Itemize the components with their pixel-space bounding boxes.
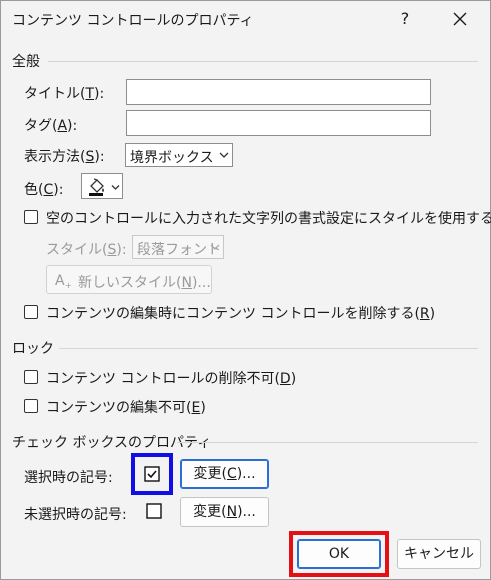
checkbox-props-separator: [177, 442, 478, 443]
unchecked-symbol-preview: [144, 501, 164, 521]
display-method-select[interactable]: 境界ボックス: [125, 143, 233, 167]
new-style-icon: A +: [55, 273, 71, 289]
cancel-button-label: キャンセル: [404, 546, 474, 562]
help-button[interactable]: ?: [393, 6, 417, 32]
style-value: 段落フォント: [137, 242, 221, 258]
new-style-button-label: 新しいスタイル(N)...: [78, 275, 211, 291]
tag-field-label: タグ(A):: [24, 118, 78, 134]
section-lock-heading: ロック: [12, 341, 54, 357]
title-field-label: タイトル(T):: [24, 86, 105, 102]
ok-button[interactable]: OK: [297, 539, 381, 569]
use-style-checkbox[interactable]: [24, 210, 38, 224]
title-input[interactable]: [126, 79, 431, 105]
paint-bucket-icon: [89, 178, 104, 196]
unchecked-change-label: 変更(N)...: [193, 504, 256, 520]
cannot-edit-label: コンテンツの編集不可(E): [46, 400, 206, 416]
help-label: ?: [400, 9, 410, 28]
remove-on-edit-checkbox[interactable]: [24, 305, 38, 319]
checked-symbol-label: 選択時の記号:: [24, 470, 113, 486]
checkbox-icon: [146, 503, 162, 519]
chevron-down-icon: [111, 185, 120, 190]
unchecked-symbol-change-button[interactable]: 変更(N)...: [180, 497, 269, 527]
checkbox-icon: [144, 466, 160, 482]
svg-text:+: +: [65, 281, 71, 289]
cancel-button[interactable]: キャンセル: [397, 539, 481, 569]
lock-separator: [59, 348, 478, 349]
content-control-properties-dialog: コンテンツ コントロールのプロパティ ? 全般 タイトル(T): タグ(A): …: [0, 0, 491, 580]
color-picker-button[interactable]: [81, 173, 123, 199]
section-general-heading: 全般: [12, 54, 40, 70]
unchecked-symbol-label: 未選択時の記号:: [24, 507, 127, 523]
tag-input[interactable]: [126, 110, 431, 136]
style-label: スタイル(S):: [46, 242, 127, 258]
chevron-down-icon: [210, 244, 220, 250]
cannot-delete-label: コンテンツ コントロールの削除不可(D): [46, 371, 297, 387]
checked-change-label: 変更(C)...: [193, 466, 256, 482]
window-title: コンテンツ コントロールのプロパティ: [12, 13, 254, 29]
cannot-delete-checkbox[interactable]: [24, 370, 38, 384]
color-label: 色(C):: [24, 182, 64, 198]
close-icon: [453, 12, 467, 26]
display-method-value: 境界ボックス: [130, 150, 214, 166]
checked-symbol-change-button[interactable]: 変更(C)...: [180, 459, 269, 489]
display-method-label: 表示方法(S):: [24, 149, 105, 165]
title-bar: コンテンツ コントロールのプロパティ ?: [1, 1, 491, 39]
style-select[interactable]: 段落フォント: [132, 235, 224, 259]
ok-button-label: OK: [328, 546, 350, 562]
cannot-edit-checkbox[interactable]: [24, 399, 38, 413]
general-separator: [48, 61, 478, 62]
close-button[interactable]: [447, 6, 475, 32]
checked-symbol-preview: [142, 464, 162, 484]
use-style-label: 空のコントロールに入力された文字列の書式設定にスタイルを使用する(U): [46, 211, 491, 227]
svg-text:A: A: [55, 273, 65, 289]
remove-on-edit-label: コンテンツの編集時にコンテンツ コントロールを削除する(R): [46, 306, 436, 322]
chevron-down-icon: [219, 152, 229, 158]
new-style-button[interactable]: A + 新しいスタイル(N)...: [46, 265, 212, 294]
